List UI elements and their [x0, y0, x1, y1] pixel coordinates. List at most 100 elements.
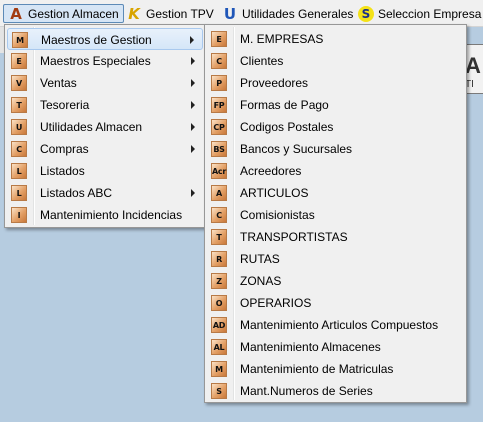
submenu-item-label: Mantenimiento Almacenes: [240, 340, 381, 354]
submenu-item-label: Formas de Pago: [240, 98, 329, 112]
submenu-item-mantenimiento-de-matriculas[interactable]: M Mantenimiento de Matriculas: [207, 358, 464, 380]
submenu-arrow-icon: [191, 123, 195, 131]
articulos-icon: A: [211, 185, 227, 201]
comisionistas-icon: C: [211, 207, 227, 223]
menu-gestion-almacen[interactable]: A Gestion Almacen: [3, 4, 124, 23]
menu-gestion-tpv[interactable]: K Gestion TPV: [122, 4, 218, 23]
menu-gestion-tpv-label: Gestion TPV: [146, 6, 214, 21]
submenu-item-zonas[interactable]: Z ZONAS: [207, 270, 464, 292]
ventas-icon: V: [11, 75, 27, 91]
bancos-y-sucursales-icon: BS: [211, 141, 227, 157]
submenu-arrow-icon: [190, 36, 194, 44]
proveedores-icon: P: [211, 75, 227, 91]
mantenimiento-incidencias-icon: I: [11, 207, 27, 223]
menu-item-listados-abc[interactable]: L Listados ABC: [7, 182, 203, 204]
submenu-item-rutas[interactable]: R RUTAS: [207, 248, 464, 270]
submenu-item-mantenimiento-almacenes[interactable]: AL Mantenimiento Almacenes: [207, 336, 464, 358]
menu-utilidades-generales[interactable]: U Utilidades Generales: [218, 4, 357, 23]
submenu-item-mant-numeros-de-series[interactable]: S Mant.Numeros de Series: [207, 380, 464, 402]
mant-numeros-de-series-icon: S: [211, 383, 227, 399]
menu-item-label: Tesoreria: [40, 98, 90, 112]
submenu-item-operarios[interactable]: O OPERARIOS: [207, 292, 464, 314]
acreedores-icon: Acr: [211, 163, 227, 179]
seleccion-empresa-icon: S: [358, 5, 374, 22]
submenu-item-label: Mant.Numeros de Series: [240, 384, 373, 398]
submenu-item-codigos-postales[interactable]: CP Codigos Postales: [207, 116, 464, 138]
gestion-almacen-dropdown: M Maestros de Gestion E Maestros Especiales…: [4, 24, 206, 228]
menu-item-label: Listados ABC: [40, 186, 113, 200]
submenu-item-label: M. EMPRESAS: [240, 32, 324, 46]
utilidades-generales-icon: U: [223, 4, 237, 23]
submenu-item-label: Proveedores: [240, 76, 309, 90]
menu-item-listados[interactable]: L Listados: [7, 160, 203, 182]
menu-seleccion-empresa[interactable]: S Seleccion Empresa: [354, 4, 483, 23]
listados-icon: L: [11, 163, 27, 179]
menu-item-label: Utilidades Almacen: [40, 120, 143, 134]
submenu-item-label: Mantenimiento de Matriculas: [240, 362, 394, 376]
operarios-icon: O: [211, 295, 227, 311]
submenu-item-articulos[interactable]: A ARTICULOS: [207, 182, 464, 204]
tesoreria-icon: T: [11, 97, 27, 113]
submenu-item-formas-de-pago[interactable]: FP Formas de Pago: [207, 94, 464, 116]
submenu-item-acreedores[interactable]: Acr Acreedores: [207, 160, 464, 182]
menu-gestion-almacen-label: Gestion Almacen: [28, 6, 119, 21]
submenu-item-label: Mantenimiento Articulos Compuestos: [240, 318, 439, 332]
clientes-icon: C: [211, 53, 227, 69]
submenu-item-m-empresas[interactable]: E M. EMPRESAS: [207, 28, 464, 50]
menu-utilidades-generales-label: Utilidades Generales: [242, 6, 354, 21]
submenu-item-label: Acreedores: [240, 164, 302, 178]
maestros-especiales-icon: E: [11, 53, 27, 69]
menu-item-ventas[interactable]: V Ventas: [7, 72, 203, 94]
menu-item-label: Maestros Especiales: [40, 54, 151, 68]
submenu-item-clientes[interactable]: C Clientes: [207, 50, 464, 72]
menu-item-label: Listados: [40, 164, 85, 178]
transportistas-icon: T: [211, 229, 227, 245]
menu-item-utilidades-almacen[interactable]: U Utilidades Almacen: [7, 116, 203, 138]
menu-seleccion-empresa-label: Seleccion Empresa: [378, 6, 482, 21]
submenu-item-label: ZONAS: [240, 274, 282, 288]
menubar: A Gestion Almacen K Gestion TPV U Utilid…: [0, 0, 483, 27]
submenu-item-label: TRANSPORTISTAS: [240, 230, 348, 244]
submenu-arrow-icon: [191, 145, 195, 153]
menu-item-maestros-especiales[interactable]: E Maestros Especiales: [7, 50, 203, 72]
formas-de-pago-icon: FP: [211, 97, 227, 113]
submenu-item-label: OPERARIOS: [240, 296, 312, 310]
background-window-letter: A: [465, 53, 481, 78]
submenu-item-transportistas[interactable]: T TRANSPORTISTAS: [207, 226, 464, 248]
menu-item-label: Ventas: [40, 76, 77, 90]
submenu-arrow-icon: [191, 101, 195, 109]
menu-item-label: Compras: [40, 142, 89, 156]
submenu-arrow-icon: [191, 189, 195, 197]
submenu-item-label: RUTAS: [240, 252, 280, 266]
mantenimiento-de-matriculas-icon: M: [211, 361, 227, 377]
menu-item-label: Maestros de Gestion: [41, 33, 152, 47]
submenu-item-comisionistas[interactable]: C Comisionistas: [207, 204, 464, 226]
submenu-item-mantenimiento-articulos-compuestos[interactable]: AD Mantenimiento Articulos Compuestos: [207, 314, 464, 336]
zonas-icon: Z: [211, 273, 227, 289]
mantenimiento-articulos-compuestos-icon: AD: [211, 317, 227, 333]
submenu-item-label: Clientes: [240, 54, 284, 68]
gestion-almacen-icon: A: [10, 4, 22, 23]
mantenimiento-almacenes-icon: AL: [211, 339, 227, 355]
gestion-tpv-icon: K: [128, 4, 140, 23]
submenu-arrow-icon: [191, 79, 195, 87]
submenu-item-bancos-y-sucursales[interactable]: BS Bancos y Sucursales: [207, 138, 464, 160]
menu-item-mantenimiento-incidencias[interactable]: I Mantenimiento Incidencias: [7, 204, 203, 226]
menu-item-tesoreria[interactable]: T Tesoreria: [7, 94, 203, 116]
maestros-de-gestion-submenu: E M. EMPRESAS C Clientes P Proveedores FP Forma…: [204, 24, 467, 403]
utilidades-almacen-icon: U: [11, 119, 27, 135]
menu-item-label: Mantenimiento Incidencias: [40, 208, 183, 222]
submenu-item-label: ARTICULOS: [240, 186, 309, 200]
submenu-item-label: Bancos y Sucursales: [240, 142, 353, 156]
menu-item-compras[interactable]: C Compras: [7, 138, 203, 160]
submenu-arrow-icon: [191, 57, 195, 65]
submenu-item-proveedores[interactable]: P Proveedores: [207, 72, 464, 94]
menu-item-maestros-de-gestion[interactable]: M Maestros de Gestion: [7, 28, 203, 50]
submenu-item-label: Comisionistas: [240, 208, 315, 222]
maestros-de-gestion-icon: M: [12, 32, 28, 48]
submenu-item-label: Codigos Postales: [240, 120, 334, 134]
codigos-postales-icon: CP: [211, 119, 227, 135]
m-empresas-icon: E: [211, 31, 227, 47]
listados-abc-icon: L: [11, 185, 27, 201]
rutas-icon: R: [211, 251, 227, 267]
